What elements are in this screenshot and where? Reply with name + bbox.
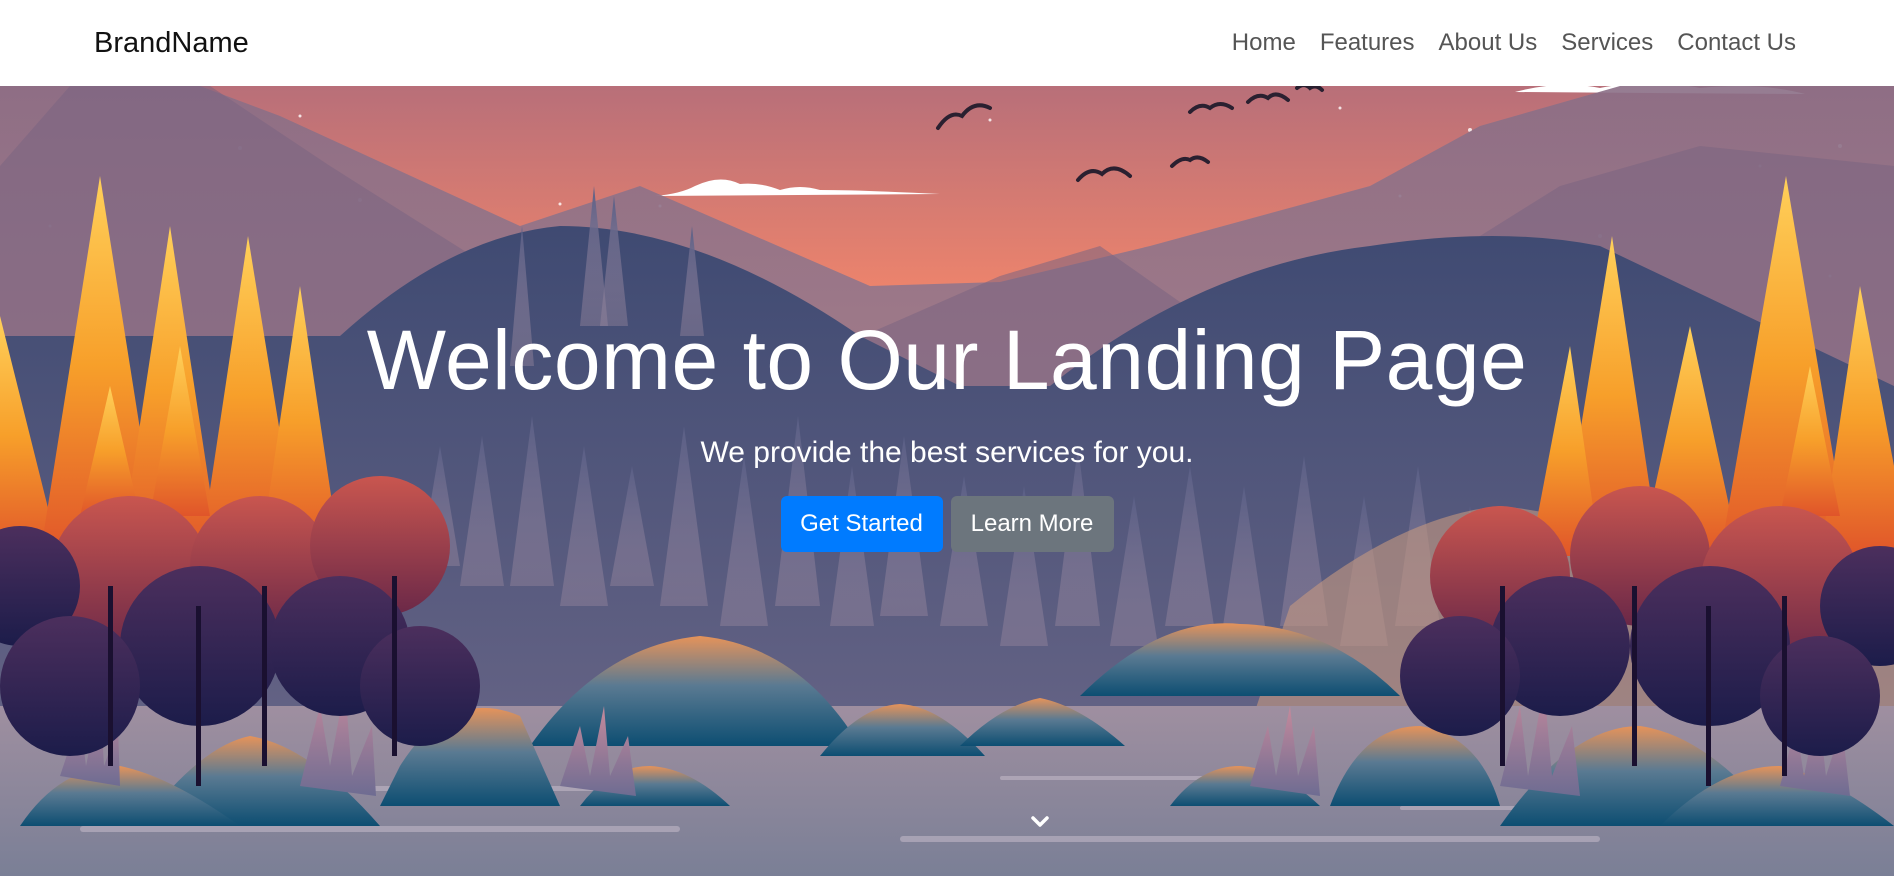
nav-link-contact-us[interactable]: Contact Us <box>1665 29 1808 57</box>
get-started-button[interactable]: Get Started <box>780 496 943 552</box>
nav-link-services[interactable]: Services <box>1549 29 1665 57</box>
nav-link-about-us[interactable]: About Us <box>1427 29 1550 57</box>
nav-link-features[interactable]: Features <box>1308 29 1427 57</box>
hero-content: Welcome to Our Landing Page We provide t… <box>0 86 1894 876</box>
hero-title: Welcome to Our Landing Page <box>366 313 1528 407</box>
nav-link-home[interactable]: Home <box>1220 29 1308 57</box>
nav-links: Home Features About Us Services Contact … <box>1220 29 1808 57</box>
hero-subtitle: We provide the best services for you. <box>700 436 1194 469</box>
learn-more-button[interactable]: Learn More <box>950 496 1114 552</box>
navbar: BrandName Home Features About Us Service… <box>0 0 1894 86</box>
chevron-down-icon[interactable] <box>1030 814 1050 830</box>
brand-logo[interactable]: BrandName <box>94 27 249 60</box>
hero-buttons: Get Started Learn More <box>780 496 1114 552</box>
hero-section: Welcome to Our Landing Page We provide t… <box>0 86 1894 876</box>
